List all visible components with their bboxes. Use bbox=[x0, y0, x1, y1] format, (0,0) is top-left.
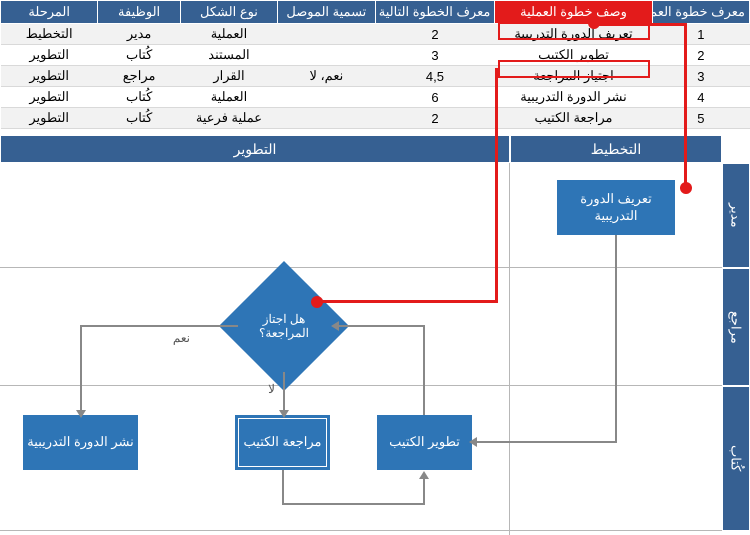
decision-label: هل اجتاز المراجعة؟ bbox=[238, 280, 330, 372]
arrow bbox=[477, 441, 617, 443]
cell: 4,5 bbox=[375, 66, 495, 87]
col-step-id: معرف خطوة العملية bbox=[652, 1, 749, 24]
edge-label-no: لا bbox=[268, 382, 275, 396]
arrow bbox=[423, 475, 425, 505]
arrow-head-icon bbox=[469, 437, 477, 447]
arrow bbox=[423, 326, 425, 415]
flowchart: التخطيط التطوير مدير مراجع كُتاب تعريف ا… bbox=[0, 135, 750, 535]
cell: التطوير bbox=[1, 108, 98, 129]
arrow-head-icon bbox=[331, 321, 339, 331]
cell: 3 bbox=[375, 45, 495, 66]
callout-dot-icon bbox=[680, 182, 692, 194]
cell bbox=[278, 45, 375, 66]
table-row: 4 نشر الدورة التدريبية 6 العملية كُتاب ا… bbox=[1, 87, 750, 108]
table-header-row: معرف خطوة العملية وصف خطوة العملية معرف … bbox=[1, 1, 750, 24]
phase-header-planning: التخطيط bbox=[510, 135, 722, 163]
cell bbox=[278, 24, 375, 45]
callout-line bbox=[495, 68, 498, 303]
col-phase: المرحلة bbox=[1, 1, 98, 24]
lane-label-manager: مدير bbox=[722, 163, 750, 268]
col-next-step: معرف الخطوة التالية bbox=[375, 1, 495, 24]
cell: التخطيط bbox=[1, 24, 98, 45]
edge-label-yes: نعم bbox=[173, 331, 190, 345]
cell: نعم، لا bbox=[278, 66, 375, 87]
node-review-booklet: مراجعة الكتيب bbox=[235, 415, 330, 470]
lane-label-writers: كُتاب bbox=[722, 386, 750, 531]
cell: العملية bbox=[180, 87, 277, 108]
callout-dot-icon bbox=[311, 296, 323, 308]
cell: كُتاب bbox=[98, 45, 180, 66]
node-pass-review: هل اجتاز المراجعة؟ bbox=[238, 280, 330, 372]
col-role: الوظيفة bbox=[98, 1, 180, 24]
cell: 2 bbox=[375, 24, 495, 45]
col-shape-type: نوع الشكل bbox=[180, 1, 277, 24]
lane-label-reviewer: مراجع bbox=[722, 268, 750, 386]
cell: 3 bbox=[652, 66, 749, 87]
swimlane-reviewer bbox=[0, 268, 722, 386]
cell: كُتاب bbox=[98, 87, 180, 108]
node-define-course: تعريف الدورة التدريبية bbox=[557, 180, 675, 235]
table-row: 5 مراجعة الكتيب 2 عملية فرعية كُتاب التط… bbox=[1, 108, 750, 129]
cell: مراجع bbox=[98, 66, 180, 87]
arrow bbox=[339, 325, 425, 327]
cell bbox=[278, 108, 375, 129]
cell: التطوير bbox=[1, 87, 98, 108]
cell: 2 bbox=[375, 108, 495, 129]
callout-box-row3 bbox=[498, 60, 650, 78]
cell: كُتاب bbox=[98, 108, 180, 129]
cell: عملية فرعية bbox=[180, 108, 277, 129]
callout-line bbox=[318, 300, 498, 303]
cell: التطوير bbox=[1, 45, 98, 66]
arrow bbox=[282, 470, 284, 505]
node-develop-booklet: تطوير الكتيب bbox=[377, 415, 472, 470]
cell: المستند bbox=[180, 45, 277, 66]
arrow bbox=[615, 235, 617, 443]
cell: نشر الدورة التدريبية bbox=[495, 87, 652, 108]
col-step-desc: وصف خطوة العملية bbox=[495, 1, 652, 24]
arrow-head-icon bbox=[76, 410, 86, 418]
cell: التطوير bbox=[1, 66, 98, 87]
arrow bbox=[283, 372, 285, 415]
arrow-head-icon bbox=[419, 471, 429, 479]
col-connector-label: تسمية الموصل bbox=[278, 1, 375, 24]
arrow bbox=[80, 325, 82, 415]
phase-header-development: التطوير bbox=[0, 135, 510, 163]
node-publish-course: نشر الدورة التدريبية bbox=[23, 415, 138, 470]
arrow-head-icon bbox=[279, 410, 289, 418]
cell bbox=[278, 87, 375, 108]
phase-divider bbox=[509, 163, 510, 535]
cell: 4 bbox=[652, 87, 749, 108]
callout-line bbox=[594, 23, 685, 26]
cell: 1 bbox=[652, 24, 749, 45]
callout-line bbox=[684, 23, 687, 188]
cell: 5 bbox=[652, 108, 749, 129]
cell: مدير bbox=[98, 24, 180, 45]
cell: مراجعة الكتيب bbox=[495, 108, 652, 129]
cell: القرار bbox=[180, 66, 277, 87]
node-review-booklet-label: مراجعة الكتيب bbox=[244, 434, 322, 451]
arrow bbox=[80, 325, 238, 327]
cell: 2 bbox=[652, 45, 749, 66]
cell: العملية bbox=[180, 24, 277, 45]
cell: 6 bbox=[375, 87, 495, 108]
arrow bbox=[282, 503, 425, 505]
